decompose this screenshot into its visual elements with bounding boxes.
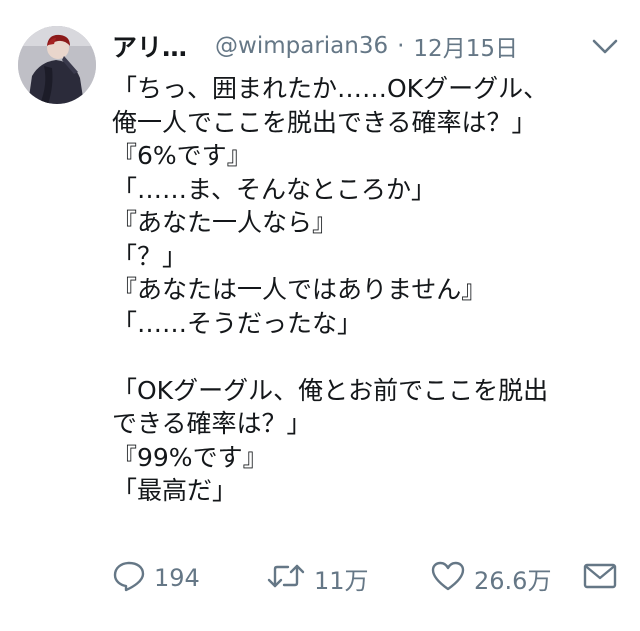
chevron-down-icon[interactable] [590,34,620,58]
reply-button[interactable]: 194 [112,558,200,598]
tweet-text-line: 「……そうだったな」 [112,308,363,338]
tweet-text-line [112,340,632,374]
tweet-text-line: 『あなた一人なら』 [112,208,338,237]
tweet-text-line: 「OKグーグル、俺とお前でここを脱出 [112,375,549,405]
tweet-text-line: 「最高だ」 [112,476,238,505]
user-handle[interactable]: @wimparian36 [215,33,388,59]
retweet-icon [266,560,306,596]
tweet-body: 「ちっ、囲まれたか……OKグーグル、 俺一人でここを脱出できる確率は？」 『6%… [112,72,632,508]
tweet-actions: 194 11万 26.6万 [112,558,632,598]
tweet-text-line: 『あなたは一人ではありません』 [112,275,487,304]
retweet-count: 11万 [314,566,369,595]
tweet-text-line: できる確率は？」 [112,409,312,438]
tweet-text-line: 『99%です』 [112,442,268,472]
reply-icon [112,560,146,596]
tweet[interactable]: アリ… @wimparian36 · 12月15日 「ちっ、囲まれたか……OKグ… [0,0,640,631]
envelope-icon [582,561,618,595]
tweet-text-line: 「ちっ、囲まれたか……OKグーグル、 [112,74,549,103]
display-name[interactable]: アリ… [112,28,187,64]
tweet-text-line: 『6%です』 [112,141,252,170]
tweet-date[interactable]: 12月15日 [413,29,518,63]
separator-dot: · [397,33,405,59]
tweet-text-line: 「……ま、そんなところか」 [112,174,437,204]
tweet-text-line: 俺一人でここを脱出できる確率は？」 [112,107,537,137]
like-button[interactable]: 26.6万 [430,558,551,598]
reply-count: 194 [154,564,200,592]
like-count: 26.6万 [474,566,552,595]
retweet-button[interactable]: 11万 [266,558,369,598]
avatar[interactable] [18,26,96,104]
avatar-image [18,26,96,104]
direct-message-button[interactable] [582,558,618,598]
heart-icon [430,560,466,596]
tweet-text-line: 「？」 [112,241,188,271]
tweet-header: アリ… @wimparian36 · 12月15日 [112,26,632,66]
